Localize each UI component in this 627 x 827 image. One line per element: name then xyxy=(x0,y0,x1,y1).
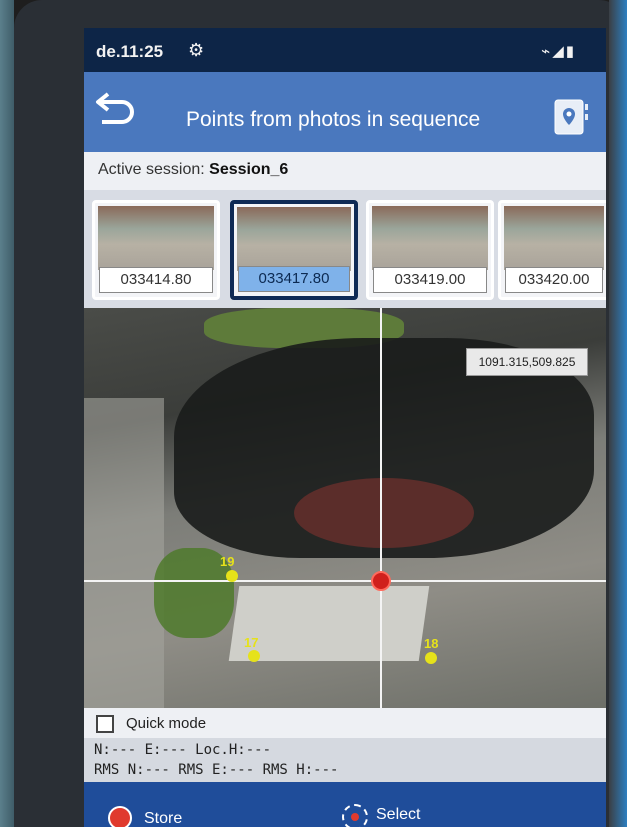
status-time: de.11:25 xyxy=(96,42,164,61)
session-caption: Active session: xyxy=(98,161,205,178)
thumbnail-label: 033417.80 xyxy=(238,266,350,292)
point-label: 17 xyxy=(244,635,259,650)
point-label: 19 xyxy=(220,554,235,569)
quick-mode-checkbox[interactable] xyxy=(96,715,114,733)
crosshair-vertical-line xyxy=(380,308,382,708)
page-title: Points from photos in sequence xyxy=(186,108,481,131)
store-button-label[interactable]: Store xyxy=(144,810,182,827)
point-marker[interactable] xyxy=(248,650,260,662)
photo-hole xyxy=(294,478,474,548)
gear-icon: ⚙ xyxy=(188,40,205,61)
session-label: Active session: Session_6 xyxy=(98,161,288,179)
position-readout: N:--- E:--- Loc.H:--- RMS N:--- RMS E:--… xyxy=(84,738,606,782)
crosshair-horizontal-line xyxy=(84,580,606,582)
crosshair-target-icon[interactable] xyxy=(371,571,391,591)
store-icon[interactable] xyxy=(108,806,132,827)
thumbnail-image xyxy=(237,207,351,271)
quick-mode-row[interactable]: Quick mode xyxy=(84,708,606,738)
photo-view[interactable]: 1091.315,509.825 19 17 18 xyxy=(84,308,606,708)
thumbnail-label: 033414.80 xyxy=(99,267,213,293)
thumbnail-image xyxy=(372,206,488,270)
map-pin-icon[interactable] xyxy=(554,98,590,138)
point-marker[interactable] xyxy=(425,652,437,664)
select-target-icon[interactable] xyxy=(342,804,368,827)
photo-slab xyxy=(228,586,430,661)
coordinate-readout: 1091.315,509.825 xyxy=(466,348,588,376)
session-bar: Active session: Session_6 xyxy=(84,152,606,190)
title-bar: Points from photos in sequence xyxy=(84,72,606,152)
thumbnail-label: 033420.00 xyxy=(505,267,603,293)
thumbnail-image xyxy=(98,206,214,270)
thumbnail-strip: 033414.80 033417.80 033419.00 033420.00 xyxy=(84,190,606,308)
bottom-bar: Store Select xyxy=(84,782,606,827)
signal-battery-icons: ⌁◢▮ xyxy=(541,42,576,60)
readout-line-2: RMS N:--- RMS E:--- RMS H:--- xyxy=(94,762,339,778)
phone-edge xyxy=(609,0,627,827)
status-bar: de.11:25 ⚙ ⌁◢▮ xyxy=(84,28,606,72)
thumbnail-selected[interactable]: 033417.80 xyxy=(230,200,358,300)
app-screen: de.11:25 ⚙ ⌁◢▮ Points from photos in seq… xyxy=(84,28,606,827)
quick-mode-label: Quick mode xyxy=(126,715,207,732)
thumbnail[interactable]: 033414.80 xyxy=(92,200,220,300)
point-label: 18 xyxy=(424,636,439,651)
thumbnail[interactable]: 033419.00 xyxy=(366,200,494,300)
thumbnail-label: 033419.00 xyxy=(373,267,487,293)
point-marker[interactable] xyxy=(226,570,238,582)
select-button-label[interactable]: Select xyxy=(376,806,420,824)
thumbnail[interactable]: 033420.00 xyxy=(498,200,606,300)
background-left xyxy=(0,0,14,827)
photo-sidewalk xyxy=(84,398,164,708)
readout-line-1: N:--- E:--- Loc.H:--- xyxy=(94,742,272,758)
session-value: Session_6 xyxy=(209,161,289,178)
thumbnail-image xyxy=(504,206,604,270)
back-arrow-icon[interactable] xyxy=(94,88,138,132)
